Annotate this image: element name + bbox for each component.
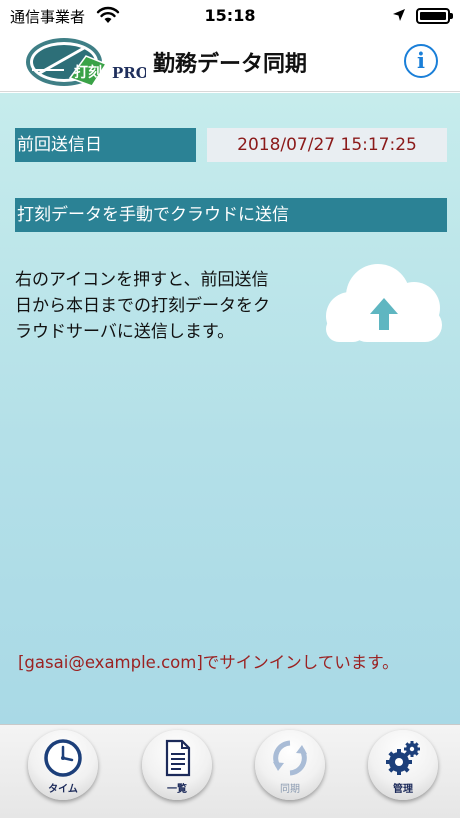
app-header: 打刻 PRO 勤務データ同期 i — [0, 32, 460, 92]
tab-label: 管理 — [393, 784, 413, 795]
description-text: 右のアイコンを押すと、前回送信 日から本日までの打刻データをク ラウドサーバに送… — [15, 267, 305, 345]
info-button[interactable]: i — [404, 44, 438, 78]
cloud-upload-icon[interactable] — [322, 258, 448, 350]
manual-send-label: 打刻データを手動でクラウドに送信 — [15, 198, 447, 232]
tab-label: 一覧 — [167, 784, 187, 795]
tab-label: 同期 — [280, 784, 300, 795]
tab-bar: タイム 一覧 同期 管理 — [0, 724, 460, 818]
gear-icon — [386, 741, 420, 775]
info-icon: i — [417, 48, 425, 73]
last-sent-value: 2018/07/27 15:17:25 — [207, 128, 447, 162]
status-time: 15:18 — [204, 6, 256, 25]
main-content: 前回送信日 2018/07/27 15:17:25 打刻データを手動でクラウドに… — [0, 93, 460, 724]
app-logo: 打刻 PRO — [26, 38, 146, 87]
tab-label: タイム — [48, 784, 78, 795]
sync-icon — [273, 740, 307, 776]
last-sent-label: 前回送信日 — [15, 128, 196, 162]
signin-status: [gasai@example.com]でサインインしています。 — [18, 653, 399, 672]
tab-admin[interactable]: 管理 — [368, 730, 438, 800]
tab-list[interactable]: 一覧 — [142, 730, 212, 800]
description-line: ラウドサーバに送信します。 — [15, 322, 235, 342]
tab-sync[interactable]: 同期 — [255, 730, 325, 800]
description-line: 右のアイコンを押すと、前回送信 — [15, 270, 269, 290]
description-line: 日から本日までの打刻データをク — [15, 296, 270, 316]
clock-icon — [44, 739, 82, 777]
status-bar: 通信事業者 15:18 — [0, 0, 460, 32]
document-icon — [165, 739, 191, 777]
location-arrow-icon — [393, 9, 405, 21]
logo-suffix: PRO — [112, 64, 146, 82]
logo-text: 打刻 — [74, 64, 102, 81]
page-title: 勤務データ同期 — [153, 52, 308, 77]
battery-icon — [416, 8, 453, 24]
tab-time[interactable]: タイム — [28, 730, 98, 800]
